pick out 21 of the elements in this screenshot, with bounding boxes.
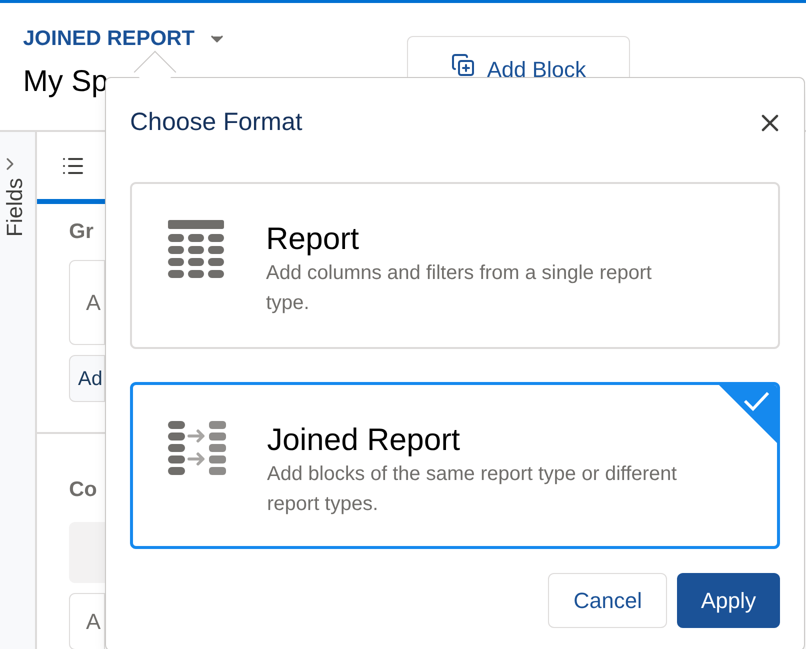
selected-check-icon: [719, 384, 777, 442]
table-icon: [168, 220, 224, 280]
dialog-title: Choose Format: [130, 107, 302, 138]
input-field[interactable]: A: [69, 260, 105, 345]
report-type-label: JOINED REPORT: [23, 26, 195, 52]
option-title: Joined Report: [267, 420, 462, 458]
format-option[interactable]: Report Add columns and filters from a single report type.: [130, 182, 780, 348]
add-button[interactable]: Ad: [69, 354, 105, 402]
option-title: Report: [266, 220, 360, 258]
joined-table-icon: [168, 420, 226, 476]
cancel-button[interactable]: Cancel: [548, 572, 667, 628]
section-heading: Co: [68, 477, 98, 504]
apply-button[interactable]: Apply: [676, 572, 780, 628]
section-heading: Gr: [68, 219, 95, 246]
option-description: Add blocks of the same report type or different report types.: [267, 462, 678, 518]
fields-label: Fields: [4, 178, 26, 237]
report-title: My Sp: [23, 64, 108, 100]
fields-rail[interactable]: Fields: [0, 132, 37, 649]
option-description: Add columns and filters from a single report type.: [266, 261, 653, 316]
add-block-icon: [450, 53, 475, 77]
format-option[interactable]: Joined Report Add blocks of the same report type or different report types.: [130, 382, 780, 548]
